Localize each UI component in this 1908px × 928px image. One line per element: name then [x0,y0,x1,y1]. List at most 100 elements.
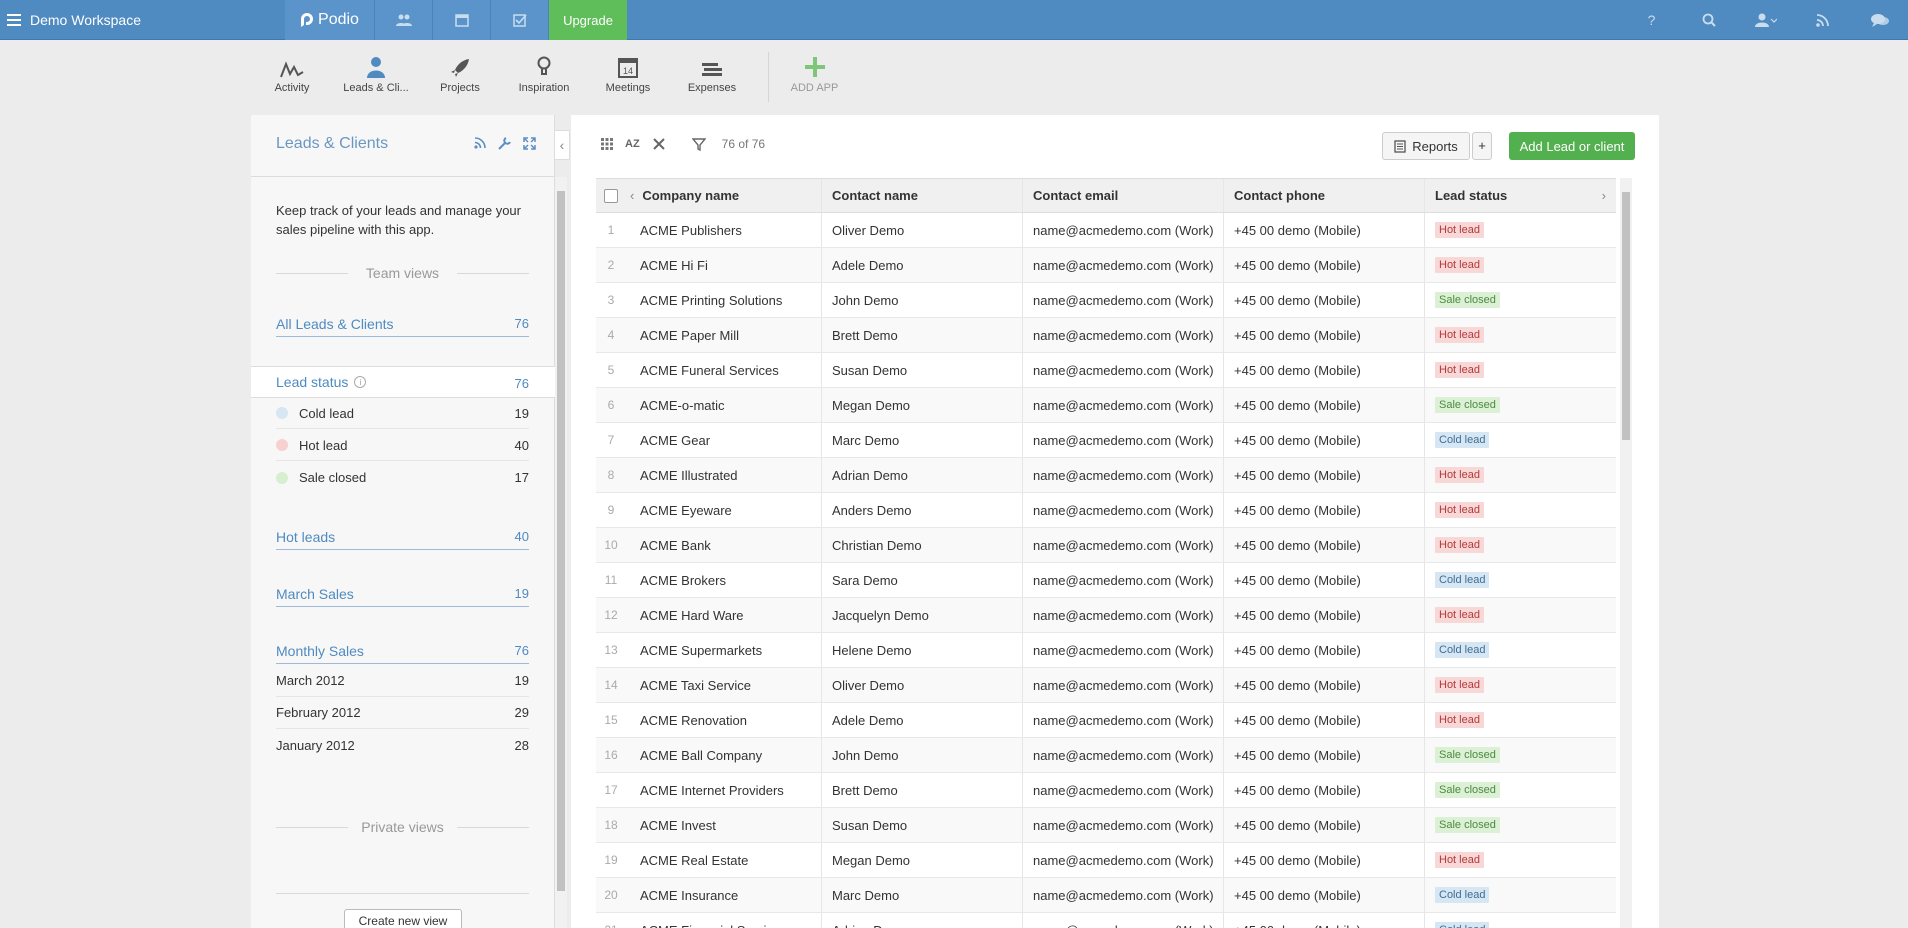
phone-cell[interactable]: +45 00 demo (Mobile) [1224,248,1425,282]
search-button[interactable] [1680,0,1737,40]
email-cell[interactable]: name@acmedemo.com (Work) [1023,353,1224,387]
status-badge[interactable]: Hot lead [1435,677,1484,693]
status-badge[interactable]: Cold lead [1435,887,1490,903]
contact-cell[interactable]: Susan Demo [822,353,1023,387]
contact-cell[interactable]: John Demo [822,738,1023,772]
company-cell[interactable]: ACME Real Estate [626,843,822,877]
table-row[interactable]: 2 ACME Hi Fi Adele Demo name@acmedemo.com (… [596,248,1616,283]
company-cell[interactable]: ACME Ball Company [626,738,822,772]
contact-cell[interactable]: Anders Demo [822,493,1023,527]
phone-cell[interactable]: +45 00 demo (Mobile) [1224,808,1425,842]
status-badge[interactable]: Cold lead [1435,922,1490,928]
podio-home-link[interactable]: Podio [285,0,375,40]
calendar-nav[interactable] [433,0,491,40]
phone-cell[interactable]: +45 00 demo (Mobile) [1224,423,1425,457]
table-row[interactable]: 14 ACME Taxi Service Oliver Demo name@acmed… [596,668,1616,703]
status-badge[interactable]: Cold lead [1435,432,1490,448]
phone-cell[interactable]: +45 00 demo (Mobile) [1224,703,1425,737]
company-cell[interactable]: ACME Renovation [626,703,822,737]
table-row[interactable]: 20 ACME Insurance Marc Demo name@acmedemo.c… [596,878,1616,913]
month-february-2012[interactable]: February 2012 29 [276,697,529,729]
phone-cell[interactable]: +45 00 demo (Mobile) [1224,458,1425,492]
phone-cell[interactable]: +45 00 demo (Mobile) [1224,388,1425,422]
view-all-leads[interactable]: All Leads & Clients 76 [276,311,529,337]
table-row[interactable]: 3 ACME Printing Solutions John Demo name@ac… [596,283,1616,318]
contact-cell[interactable]: Christian Demo [822,528,1023,562]
phone-cell[interactable]: +45 00 demo (Mobile) [1224,493,1425,527]
contact-cell[interactable]: Adele Demo [822,248,1023,282]
email-cell[interactable]: name@acmedemo.com (Work) [1023,493,1224,527]
company-cell[interactable]: ACME Brokers [626,563,822,597]
add-app-button[interactable]: ADD APP [768,52,860,102]
company-cell[interactable]: ACME Gear [626,423,822,457]
scroll-right-icon[interactable]: › [1602,188,1606,203]
email-cell[interactable]: name@acmedemo.com (Work) [1023,528,1224,562]
status-badge[interactable]: Hot lead [1435,362,1484,378]
company-cell[interactable]: ACME Funeral Services [626,353,822,387]
status-badge[interactable]: Sale closed [1435,817,1500,833]
contact-cell[interactable]: Brett Demo [822,773,1023,807]
contact-cell[interactable]: Oliver Demo [822,668,1023,702]
email-cell[interactable]: name@acmedemo.com (Work) [1023,738,1224,772]
sort-az-button[interactable]: AZ [625,138,640,150]
add-lead-button[interactable]: Add Lead or client [1509,132,1635,160]
contact-cell[interactable]: Adrian Demo [822,458,1023,492]
column-header[interactable]: Contact name [822,179,1023,212]
company-cell[interactable]: ACME Bank [626,528,822,562]
feed-button[interactable] [1794,0,1851,40]
table-scrollbar[interactable] [1620,178,1632,928]
status-badge[interactable]: Hot lead [1435,502,1484,518]
email-cell[interactable]: name@acmedemo.com (Work) [1023,668,1224,702]
view-monthly-sales[interactable]: Monthly Sales 76 [276,638,529,664]
email-cell[interactable]: name@acmedemo.com (Work) [1023,248,1224,282]
select-all-checkbox[interactable] [604,188,618,203]
status-badge[interactable]: Hot lead [1435,607,1484,623]
company-cell[interactable]: ACME Taxi Service [626,668,822,702]
rss-icon[interactable] [474,137,486,149]
table-row[interactable]: 9 ACME Eyeware Anders Demo name@acmedemo.co… [596,493,1616,528]
table-row[interactable]: 10 ACME Bank Christian Demo name@acmedemo.c… [596,528,1616,563]
phone-cell[interactable]: +45 00 demo (Mobile) [1224,773,1425,807]
table-row[interactable]: 5 ACME Funeral Services Susan Demo name@acm… [596,353,1616,388]
contact-cell[interactable]: Marc Demo [822,423,1023,457]
status-badge[interactable]: Hot lead [1435,712,1484,728]
app-activity[interactable]: Activity [250,52,334,102]
app-leads-clients[interactable]: Leads & Cli... [334,52,418,102]
status-badge[interactable]: Hot lead [1435,222,1484,238]
status-badge[interactable]: Sale closed [1435,292,1500,308]
month-january-2012[interactable]: January 2012 28 [276,729,529,761]
phone-cell[interactable]: +45 00 demo (Mobile) [1224,318,1425,352]
table-row[interactable]: 11 ACME Brokers Sara Demo name@acmedemo.com… [596,563,1616,598]
column-header[interactable]: Company name [642,188,739,203]
status-badge[interactable]: Hot lead [1435,257,1484,273]
email-cell[interactable]: name@acmedemo.com (Work) [1023,808,1224,842]
user-menu-button[interactable] [1737,0,1794,40]
scrollbar-thumb[interactable] [1622,192,1630,440]
contact-cell[interactable]: Helene Demo [822,633,1023,667]
month-march-2012[interactable]: March 2012 19 [276,665,529,697]
view-hot-leads[interactable]: Hot leads 40 [276,524,529,550]
email-cell[interactable]: name@acmedemo.com (Work) [1023,213,1224,247]
company-cell[interactable]: ACME Supermarkets [626,633,822,667]
info-icon[interactable]: i [354,376,367,388]
column-header[interactable]: Lead status [1435,188,1507,203]
phone-cell[interactable]: +45 00 demo (Mobile) [1224,563,1425,597]
phone-cell[interactable]: +45 00 demo (Mobile) [1224,213,1425,247]
email-cell[interactable]: name@acmedemo.com (Work) [1023,423,1224,457]
company-cell[interactable]: ACME Illustrated [626,458,822,492]
wrench-icon[interactable] [498,137,511,150]
phone-cell[interactable]: +45 00 demo (Mobile) [1224,528,1425,562]
contact-cell[interactable]: Megan Demo [822,388,1023,422]
table-row[interactable]: 21ACME Financial ServicesAdrian Demoname… [596,913,1616,928]
company-cell[interactable]: ACME Paper Mill [626,318,822,352]
workspace-switcher[interactable]: Demo Workspace [0,0,285,40]
add-report-button[interactable]: + [1472,132,1492,160]
table-row[interactable]: 6 ACME-o-matic Megan Demo name@acmedemo.com… [596,388,1616,423]
contact-cell[interactable]: Adele Demo [822,703,1023,737]
phone-cell[interactable]: +45 00 demo (Mobile) [1224,668,1425,702]
company-cell[interactable]: ACME Financial Services [626,913,822,928]
status-badge[interactable]: Sale closed [1435,782,1500,798]
email-cell[interactable]: name@acmedemo.com (Work) [1023,283,1224,317]
table-row[interactable]: 15 ACME Renovation Adele Demo name@acmedemo… [596,703,1616,738]
phone-cell[interactable]: +45 00 demo (Mobile) [1224,598,1425,632]
